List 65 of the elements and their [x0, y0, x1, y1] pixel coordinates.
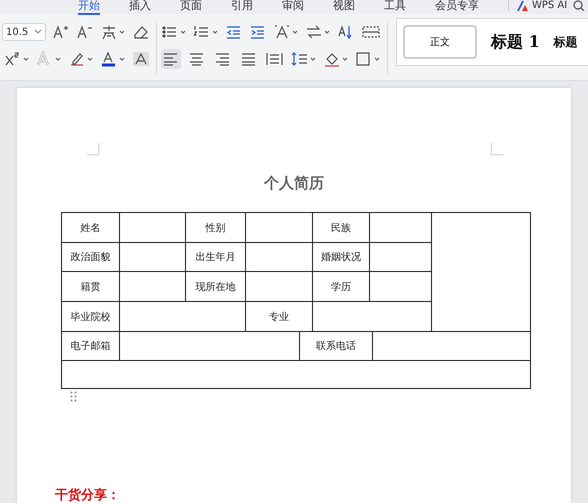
ribbon-tab[interactable]: 审阅	[282, 0, 304, 13]
wps-ai-button[interactable]: WPS AI	[508, 0, 568, 11]
table-cell	[120, 213, 185, 242]
table-cell: 性别	[186, 213, 245, 242]
table-cell: 电子邮箱	[62, 332, 119, 360]
decrease-indent-icon[interactable]	[225, 24, 243, 40]
ai-label: WPS AI	[532, 0, 568, 11]
grow-font-icon[interactable]	[52, 24, 70, 40]
align-left-icon[interactable]	[162, 51, 180, 67]
distribute-icon[interactable]	[266, 51, 284, 67]
align-right-icon[interactable]	[214, 51, 232, 67]
table-cell	[246, 243, 312, 271]
line-spacing-icon[interactable]	[291, 51, 317, 67]
eraser-icon[interactable]	[132, 24, 150, 40]
dropdown-caret-icon[interactable]	[34, 29, 42, 35]
highlighter-icon[interactable]	[68, 51, 94, 67]
section-heading: 干货分享：	[55, 486, 120, 503]
table-move-handle-icon[interactable]	[70, 391, 77, 402]
ribbon-tab[interactable]: 会员专享	[435, 0, 479, 13]
ribbon-tab[interactable]: 插入	[129, 0, 151, 13]
gridlines-icon[interactable]	[361, 24, 381, 40]
table-cell: 专业	[246, 302, 312, 331]
font-size-field[interactable]: 10.5	[2, 23, 46, 41]
ribbon-tab[interactable]: 页面	[180, 0, 202, 13]
shrink-font-icon[interactable]	[76, 24, 94, 40]
character-shading-icon[interactable]	[132, 51, 150, 67]
table-cell	[370, 213, 431, 242]
swap-icon[interactable]	[305, 24, 331, 40]
table-cell: 现所在地	[186, 272, 245, 301]
table-cell: 婚姻状况	[313, 243, 369, 271]
ribbon-tab[interactable]: 视图	[333, 0, 355, 13]
phonetic-guide-icon[interactable]	[100, 24, 126, 40]
font-color-icon[interactable]	[100, 51, 126, 67]
ribbon-tab[interactable]: 工具	[384, 0, 406, 13]
table-cell	[370, 272, 431, 301]
bullet-list-icon[interactable]	[161, 24, 187, 40]
ribbon-tab[interactable]: 开始	[78, 0, 100, 15]
ribbon-tab[interactable]: 引用	[231, 0, 253, 13]
table-cell: 籍贯	[62, 272, 119, 301]
table-cell: 学历	[313, 272, 369, 301]
search-icon[interactable]	[573, 0, 586, 11]
document-title: 个人简历	[262, 173, 325, 194]
border-icon[interactable]	[355, 51, 381, 67]
ai-logo-icon	[517, 0, 528, 10]
margin-corner-mark	[491, 143, 503, 155]
table-cell: 联系电话	[300, 332, 372, 360]
table-cell: 出生年月	[186, 243, 245, 271]
style-preset[interactable]: 标题 1	[491, 32, 540, 52]
style-preset[interactable]: 标题	[554, 34, 578, 50]
superscript-icon[interactable]	[4, 51, 30, 67]
margin-corner-mark	[87, 143, 99, 155]
table-cell: 政治面貌	[62, 243, 119, 271]
table-cell: 姓名	[62, 213, 119, 242]
justify-icon[interactable]	[240, 51, 258, 67]
text-direction-icon[interactable]	[273, 24, 299, 40]
table-cell	[246, 272, 312, 301]
increase-indent-icon[interactable]	[249, 24, 267, 40]
align-center-icon[interactable]	[188, 51, 206, 67]
table-cell	[370, 243, 431, 271]
table-cell: 民族	[313, 213, 369, 242]
table-cell	[120, 272, 185, 301]
table-cell	[120, 243, 185, 271]
style-preset[interactable]: 正文	[403, 25, 477, 59]
table-cell: 毕业院校	[62, 302, 119, 331]
table-cell	[246, 213, 312, 242]
